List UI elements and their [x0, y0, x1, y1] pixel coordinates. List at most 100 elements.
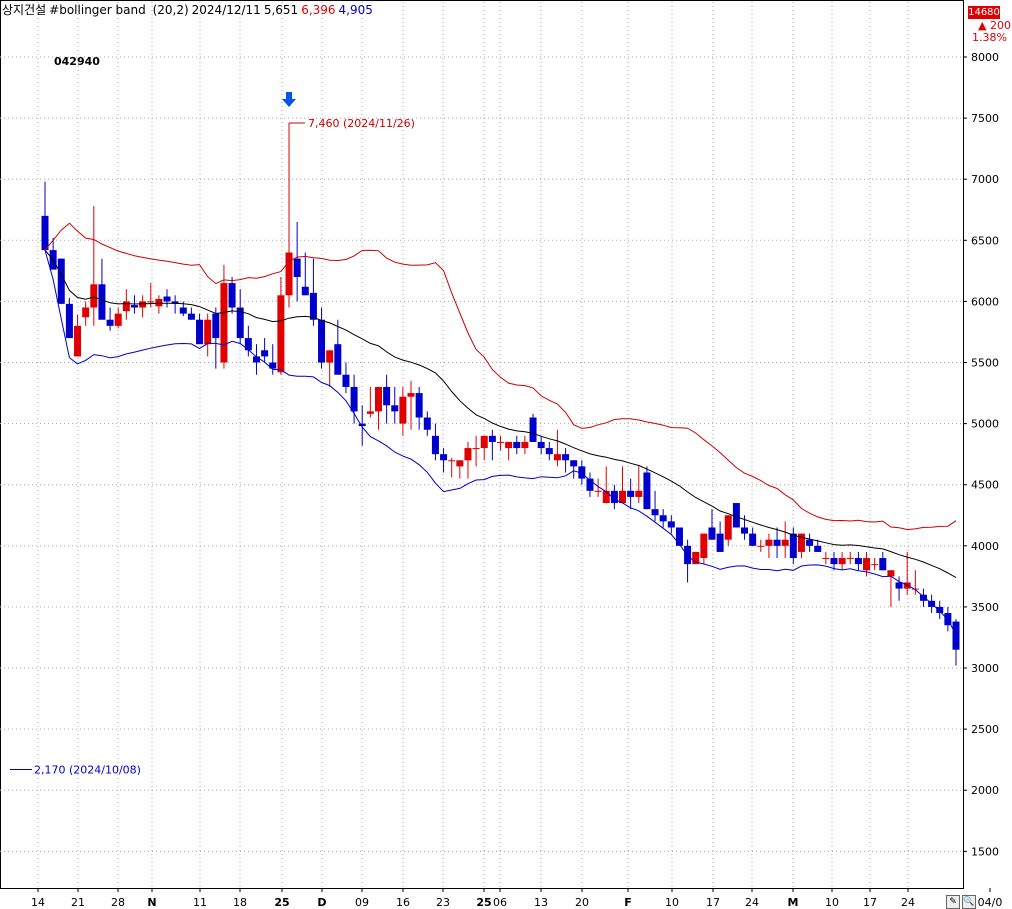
last-price-box: 14680	[968, 6, 1000, 19]
x-tick-label: D	[317, 896, 326, 909]
x-tick-label: 25	[274, 896, 289, 909]
y-tick-label: 3000	[971, 662, 999, 675]
zoom-icon[interactable]: 🔍	[962, 895, 976, 909]
y-tick-label: 8000	[971, 51, 999, 64]
header-date: 2024/12/11	[191, 3, 261, 17]
candle-body	[41, 215, 49, 251]
y-tick-label: 6500	[971, 234, 999, 247]
down-arrow-icon	[282, 92, 296, 107]
candle-body	[643, 472, 651, 510]
candle-body	[342, 374, 350, 387]
candle-body	[309, 292, 317, 320]
candle-body	[627, 490, 635, 497]
candle-body	[318, 319, 326, 363]
candle-body	[846, 558, 854, 560]
pen-button[interactable]: ✎	[946, 895, 960, 909]
candle-body	[635, 490, 643, 497]
candle-body	[187, 313, 195, 320]
candle-body	[602, 490, 610, 504]
candle-body	[700, 533, 708, 559]
y-tick-label: 3500	[971, 601, 999, 614]
x-tick-label: 24	[901, 896, 915, 909]
candle-body	[562, 454, 570, 461]
candle-body	[464, 448, 472, 461]
candle-body	[732, 503, 740, 528]
candle-body	[114, 313, 122, 326]
x-tick-label: 14	[31, 896, 45, 909]
candle-body	[887, 570, 895, 577]
candle-body	[285, 252, 293, 296]
candle-body	[749, 533, 757, 546]
candle-body	[871, 564, 879, 566]
candle-body	[757, 545, 765, 547]
candle-body	[480, 435, 488, 449]
y-tick-label: 6000	[971, 295, 999, 308]
candle-body	[521, 441, 529, 449]
x-tick-label: 17	[863, 896, 877, 909]
candle-body	[334, 344, 342, 375]
candle-body	[98, 284, 106, 320]
x-tick-label: 23	[436, 896, 450, 909]
candle-body	[326, 350, 334, 363]
candle-body	[838, 558, 846, 565]
candle-body	[383, 386, 391, 406]
y-tick-label: 5500	[971, 357, 999, 370]
indicator-params: (20,2)	[152, 3, 189, 17]
candle-body	[822, 558, 830, 560]
candle-body	[431, 435, 439, 455]
candle-body	[879, 558, 887, 571]
candle-body	[147, 301, 155, 303]
candle-body	[545, 448, 553, 455]
upper-band-line	[44, 222, 957, 531]
candle-body	[155, 298, 163, 307]
x-tick-label: 09	[355, 896, 369, 909]
x-tick-label: F	[624, 896, 632, 909]
candle-body	[895, 582, 903, 589]
x-tick-label: 16	[396, 896, 410, 909]
chart-header: 상지건설 #bollinger band (20,2) 2024/12/11 5,65…	[2, 1, 376, 18]
candle-body	[952, 621, 960, 650]
candle-body	[415, 393, 423, 418]
y-tick-label: 7500	[971, 112, 999, 125]
candle-body	[204, 319, 212, 345]
x-tick-label: 28	[111, 896, 125, 909]
stock-code: 042940	[54, 55, 100, 68]
candle-body	[391, 405, 399, 412]
x-tick-label: 24	[745, 896, 759, 909]
indicator-name: #bollinger band	[49, 3, 146, 17]
candle-body	[350, 386, 358, 412]
candle-body	[765, 539, 773, 546]
candle-body	[570, 460, 578, 467]
y-tick-label: 1500	[971, 845, 999, 858]
candle-body	[667, 521, 675, 528]
y-tick-label: 4000	[971, 540, 999, 553]
candle-body	[537, 441, 545, 449]
candle-body	[716, 533, 724, 552]
x-tick-label: 10	[665, 896, 679, 909]
candle-body	[277, 295, 285, 373]
candle-body	[651, 509, 659, 516]
candle-body	[684, 545, 692, 565]
candle-body	[456, 460, 464, 467]
candle-body	[708, 527, 716, 540]
x-tick-label: N	[147, 896, 156, 909]
candle-body	[122, 301, 130, 312]
price-chart: 1500 2000 2500 3000 3500 4000 4500 5000 5500 6000…	[0, 0, 1003, 909]
x-tick-label: 04/0	[978, 896, 1003, 909]
candle-body	[130, 305, 138, 308]
y-tick-label: 2500	[971, 723, 999, 736]
candle-body	[220, 283, 228, 363]
candle-body	[505, 441, 513, 449]
candle-body	[773, 539, 781, 546]
candle-body	[513, 441, 521, 449]
candle-body	[301, 286, 309, 296]
candle-body	[724, 515, 732, 540]
candle-body	[619, 490, 627, 504]
candle-body	[440, 454, 448, 461]
x-tick-label: 11	[193, 896, 207, 909]
y-tick-label: 7000	[971, 173, 999, 186]
candle-body	[741, 527, 749, 534]
candle-body	[936, 606, 944, 614]
candle-body	[57, 258, 65, 304]
candle-body	[472, 448, 480, 450]
